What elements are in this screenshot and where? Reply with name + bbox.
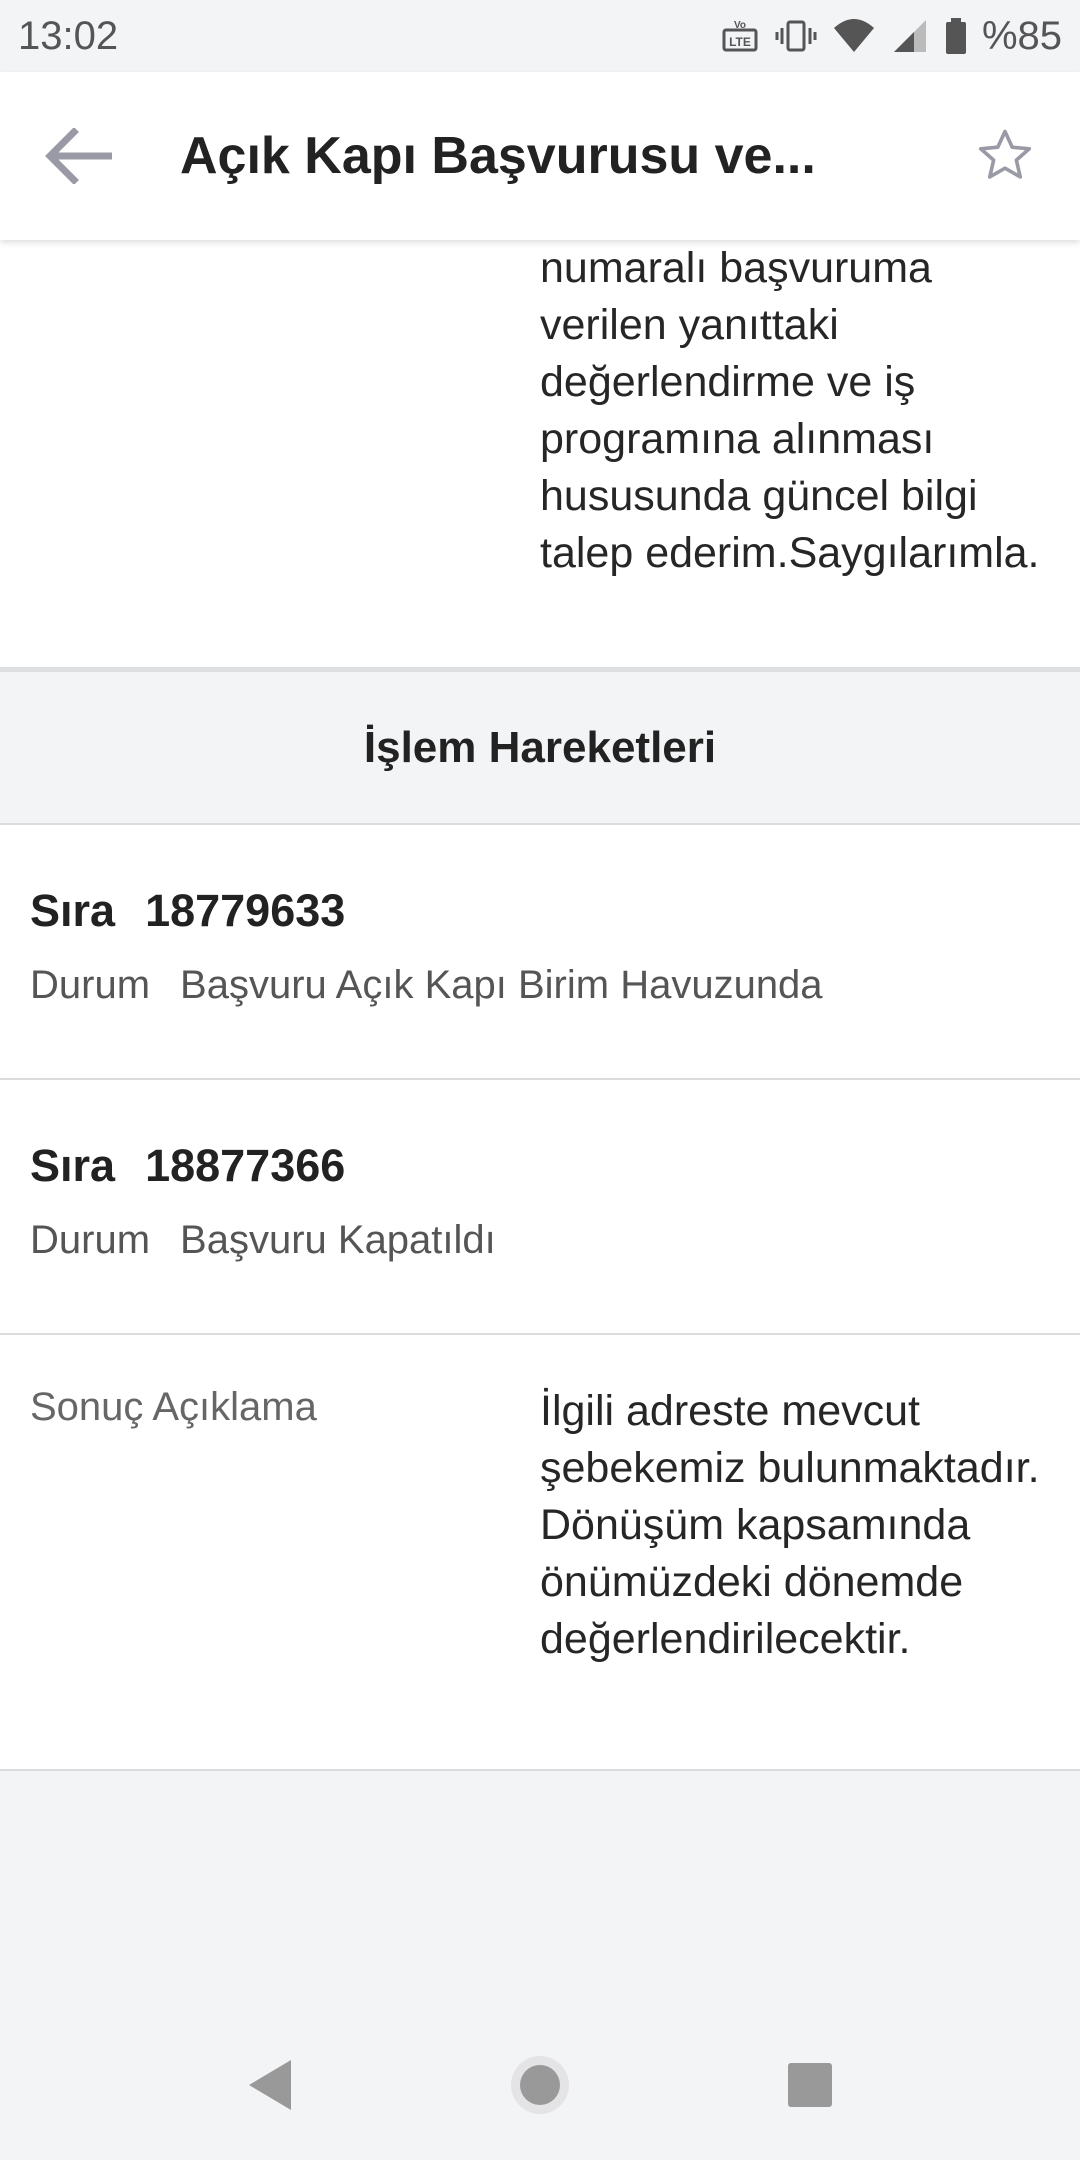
volte-lte-icon: LTE Vo (720, 16, 760, 56)
sira-label: Sıra (30, 1140, 116, 1191)
wifi-icon (832, 16, 876, 56)
nav-home-button[interactable] (405, 2010, 675, 2160)
durum-label: Durum (30, 963, 151, 1007)
status-icons: LTE Vo %85 (720, 14, 1062, 59)
description-block: numaralı başvuruma verilen yanıttaki değ… (0, 240, 1080, 672)
svg-text:LTE: LTE (729, 35, 751, 49)
status-time: 13:02 (18, 13, 119, 58)
section-header-islem-hareketleri: İşlem Hareketleri (0, 672, 1080, 825)
signal-icon (890, 16, 930, 56)
battery-icon (944, 16, 968, 56)
sira-value: 18779633 (145, 885, 346, 936)
triangle-back-icon (249, 2060, 291, 2110)
favorite-button[interactable] (930, 72, 1080, 240)
status-bar: 13:02 LTE Vo %85 (0, 0, 1080, 72)
list-item[interactable]: Sıra 18877366 Durum Başvuru Kapatıldı (0, 1080, 1080, 1335)
sira-value: 18877366 (145, 1140, 346, 1191)
star-outline-icon (978, 129, 1032, 179)
vibrate-icon (774, 16, 818, 56)
result-label: Sonuç Açıklama (30, 1385, 317, 1429)
durum-value: Başvuru Açık Kapı Birim Havuzunda (180, 963, 823, 1007)
durum-label: Durum (30, 1218, 151, 1262)
home-circle-icon (511, 2056, 569, 2114)
back-button[interactable] (0, 72, 160, 240)
content: numaralı başvuruma verilen yanıttaki değ… (0, 240, 1080, 1771)
nav-recents-button[interactable] (675, 2010, 945, 2160)
square-recents-icon (788, 2063, 832, 2107)
durum-value: Başvuru Kapatıldı (180, 1218, 496, 1262)
durum-line: Durum Başvuru Açık Kapı Birim Havuzunda (30, 963, 823, 1008)
list-item[interactable]: Sıra 18779633 Durum Başvuru Açık Kapı Biri… (0, 825, 1080, 1080)
nav-back-button[interactable] (135, 2010, 405, 2160)
result-block: Sonuç Açıklama İlgili adreste mevcut şeb… (0, 1335, 1080, 1771)
sira-line: Sıra 18877366 (30, 1140, 375, 1192)
durum-line: Durum Başvuru Kapatıldı (30, 1218, 496, 1263)
description-text: numaralı başvuruma verilen yanıttaki değ… (540, 244, 1040, 577)
page-title: Açık Kapı Başvurusu ve... (180, 127, 816, 185)
sira-line: Sıra 18779633 (30, 885, 375, 937)
arrow-back-icon (45, 128, 112, 184)
svg-text:Vo: Vo (734, 20, 746, 31)
navigation-bar (0, 2010, 1080, 2160)
app-bar: Açık Kapı Başvurusu ve... (0, 72, 1080, 240)
result-text: İlgili adreste mevcut şebekemiz bulunmak… (540, 1387, 1040, 1663)
battery-level: %85 (981, 13, 1062, 58)
sira-label: Sıra (30, 885, 116, 936)
